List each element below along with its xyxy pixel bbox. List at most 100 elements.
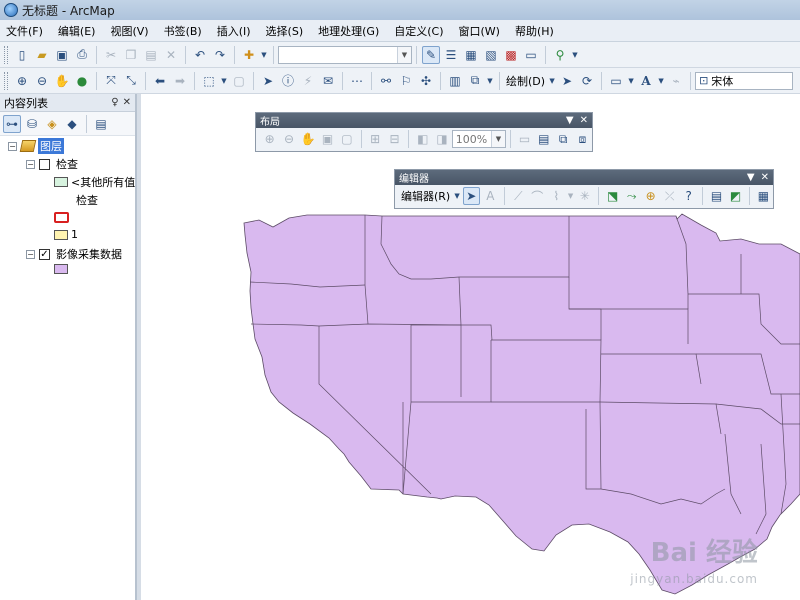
python-window-icon[interactable]: ▭ — [522, 46, 540, 64]
end-point-arc-icon[interactable]: ⌒ — [529, 187, 546, 205]
chevron-down-icon[interactable]: ▼ — [453, 187, 461, 205]
draw-menu[interactable]: 绘制(D) — [506, 73, 545, 89]
edit-vertices-icon[interactable]: ⌁ — [667, 72, 685, 90]
menu-edit[interactable]: 编辑(E) — [58, 23, 96, 39]
collapse-icon[interactable]: − — [26, 159, 35, 169]
legend-class-1[interactable]: 1 — [54, 228, 78, 241]
edit-vertices-icon[interactable]: ⬔ — [604, 187, 621, 205]
fixed-zoom-out-layout-icon[interactable]: ⊟ — [386, 130, 403, 148]
draw-select-icon[interactable]: ➤ — [558, 72, 576, 90]
trace-icon[interactable]: ⌇ — [548, 187, 565, 205]
cut-polygons-icon[interactable]: ⊕ — [642, 187, 659, 205]
chevron-down-icon[interactable]: ▼ — [220, 72, 228, 90]
new-document-icon[interactable]: ▯ — [13, 46, 31, 64]
yellow-symbol-swatch[interactable] — [54, 229, 68, 240]
search-window-icon[interactable]: ▧ — [482, 46, 500, 64]
table-of-contents-icon[interactable]: ☰ — [442, 46, 460, 64]
collapse-icon[interactable]: − — [8, 141, 17, 151]
chevron-down-icon[interactable]: ▼ — [627, 72, 635, 90]
catalog-icon[interactable]: ▦ — [462, 46, 480, 64]
undo-icon[interactable]: ↶ — [191, 46, 209, 64]
go-to-xy-icon[interactable]: ✣ — [417, 72, 435, 90]
fixed-zoom-out-icon[interactable]: ⤡ — [122, 72, 140, 90]
layer-image-collection[interactable]: − ✓ 影像采集数据 — [26, 246, 122, 262]
time-slider-icon[interactable]: ▥ — [446, 72, 464, 90]
open-folder-icon[interactable]: ▰ — [33, 46, 51, 64]
layout-pan-icon[interactable]: ✋ — [300, 130, 317, 148]
full-extent-icon[interactable]: ● — [73, 72, 91, 90]
toolbar-grip[interactable] — [4, 71, 8, 90]
rectangle-icon[interactable]: ▭ — [607, 72, 625, 90]
editor-toolbar-header[interactable]: 编辑器 ▼ ✕ — [395, 170, 773, 185]
red-outline-symbol-swatch[interactable] — [54, 212, 69, 223]
print-icon[interactable]: ⎙ — [73, 46, 91, 64]
fixed-zoom-in-layout-icon[interactable]: ⊞ — [367, 130, 384, 148]
list-by-visibility-icon[interactable]: ◈ — [43, 115, 61, 133]
menu-bookmarks[interactable]: 书签(B) — [164, 23, 202, 39]
close-icon[interactable]: ✕ — [123, 97, 131, 108]
close-icon[interactable]: ✕ — [580, 115, 588, 126]
menu-insert[interactable]: 插入(I) — [217, 23, 251, 39]
layout-zoom-combo[interactable]: 100% ▼ — [451, 130, 506, 148]
legend-red-outline[interactable] — [54, 212, 69, 223]
purple-symbol-swatch[interactable] — [54, 264, 68, 274]
editor-toolbar-icon[interactable]: ✎ — [422, 45, 440, 64]
layer-image-visibility-checkbox[interactable]: ✓ — [39, 248, 50, 260]
toolbar-options-icon[interactable]: ▼ — [571, 46, 579, 64]
legend-other-values[interactable]: <其他所有值 — [54, 174, 135, 190]
pan-icon[interactable]: ✋ — [53, 72, 71, 90]
rotate-tool-icon[interactable]: ? — [680, 187, 697, 205]
toolbar-menu-icon[interactable]: ▼ — [747, 172, 755, 183]
back-extent-layout-icon[interactable]: ◧ — [414, 130, 431, 148]
forward-extent-icon[interactable]: ➡ — [171, 72, 189, 90]
select-elements-icon[interactable]: ➤ — [259, 72, 277, 90]
layers-root[interactable]: − 图层 — [8, 138, 64, 154]
data-driven-pages-icon[interactable]: ⧈ — [574, 130, 591, 148]
add-data-icon[interactable]: ✚ — [240, 46, 258, 64]
legend-image-symbol[interactable] — [54, 264, 68, 274]
cut-icon[interactable]: ✂ — [102, 46, 120, 64]
identify-icon[interactable]: ⓘ — [279, 72, 297, 90]
menu-windows[interactable]: 窗口(W) — [459, 23, 500, 39]
menu-file[interactable]: 文件(F) — [6, 23, 43, 39]
pin-icon[interactable]: ♀ — [111, 97, 118, 108]
zoom-out-icon[interactable]: ⊖ — [33, 72, 51, 90]
text-icon[interactable]: A — [637, 72, 655, 90]
save-icon[interactable]: ▣ — [53, 46, 71, 64]
editor-menu[interactable]: 编辑器(R) — [401, 188, 450, 204]
toolbar-menu-icon[interactable]: ▼ — [566, 115, 574, 126]
list-by-drawing-order-icon[interactable]: ⊶ — [3, 114, 21, 133]
menu-view[interactable]: 视图(V) — [110, 23, 148, 39]
model-builder-icon[interactable]: ⚲ — [551, 46, 569, 64]
back-extent-icon[interactable]: ⬅ — [151, 72, 169, 90]
layout-zoom-out-icon[interactable]: ⊖ — [280, 130, 297, 148]
forward-extent-layout-icon[interactable]: ◨ — [433, 130, 450, 148]
chevron-down-icon[interactable]: ▼ — [548, 72, 556, 90]
fixed-zoom-in-icon[interactable]: ⤧ — [102, 72, 120, 90]
layer-check[interactable]: − 检查 — [26, 156, 78, 172]
redo-icon[interactable]: ↷ — [211, 46, 229, 64]
toolbar-grip[interactable] — [4, 45, 8, 64]
annotation-edit-icon[interactable]: A — [482, 187, 499, 205]
layout-toolbar-header[interactable]: 布局 ▼ ✕ — [256, 113, 592, 128]
change-layout-icon[interactable]: ⧉ — [554, 130, 571, 148]
focus-data-frame-icon[interactable]: ▤ — [535, 130, 552, 148]
point-icon[interactable]: ✳ — [576, 187, 593, 205]
copy-icon[interactable]: ❐ — [122, 46, 140, 64]
list-by-selection-icon[interactable]: ◆ — [63, 115, 81, 133]
layer-check-label[interactable]: 检查 — [56, 156, 78, 172]
paste-icon[interactable]: ▤ — [142, 46, 160, 64]
toc-options-icon[interactable]: ▤ — [92, 115, 110, 133]
menu-selection[interactable]: 选择(S) — [266, 23, 304, 39]
toggle-draft-mode-icon[interactable]: ▭ — [516, 130, 533, 148]
zoom-whole-page-icon[interactable]: ▣ — [319, 130, 336, 148]
rotate-icon[interactable]: ⟳ — [578, 72, 596, 90]
split-tool-icon[interactable]: ⤫ — [661, 187, 678, 205]
layout-zoom-in-icon[interactable]: ⊕ — [261, 130, 278, 148]
font-combo[interactable]: ⊡ 宋体 — [695, 71, 794, 90]
edit-tool-icon[interactable]: ➤ — [462, 187, 480, 205]
arctoolbox-icon[interactable]: ▩ — [502, 46, 520, 64]
chevron-down-icon[interactable]: ▼ — [657, 72, 665, 90]
sketch-properties-icon[interactable]: ◩ — [727, 187, 744, 205]
find-route-icon[interactable]: ⚐ — [397, 72, 415, 90]
